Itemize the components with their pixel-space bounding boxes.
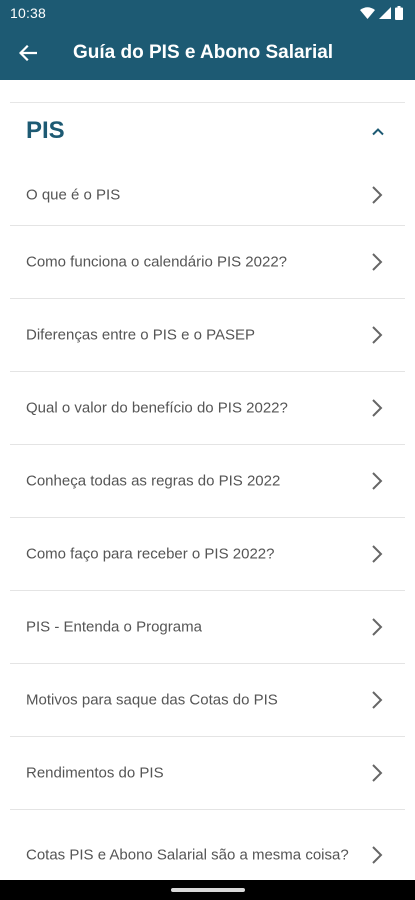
battery-icon bbox=[395, 6, 403, 20]
wifi-icon bbox=[360, 7, 375, 19]
section-title: PIS bbox=[26, 117, 65, 144]
chevron-right-icon bbox=[372, 764, 383, 782]
chevron-right-icon bbox=[372, 846, 383, 864]
cellular-signal-icon bbox=[379, 7, 391, 19]
chevron-right-icon bbox=[372, 691, 383, 709]
status-icons bbox=[360, 6, 403, 20]
chevron-right-icon bbox=[372, 326, 383, 344]
list-item[interactable]: Diferenças entre o PIS e o PASEP bbox=[10, 299, 405, 372]
list-item-label: Motivos para saque das Cotas do PIS bbox=[26, 691, 278, 709]
list-item[interactable]: Como faço para receber o PIS 2022? bbox=[10, 518, 405, 591]
chevron-right-icon bbox=[372, 399, 383, 417]
list-item[interactable]: Como funciona o calendário PIS 2022? bbox=[10, 226, 405, 299]
list-item-label: Rendimentos do PIS bbox=[26, 764, 164, 782]
home-indicator[interactable] bbox=[171, 888, 245, 892]
list-item-label: Como faço para receber o PIS 2022? bbox=[26, 545, 275, 563]
page-title: Guía do PIS e Abono Salarial bbox=[73, 42, 334, 63]
chevron-right-icon bbox=[372, 545, 383, 563]
back-button[interactable] bbox=[14, 39, 42, 67]
list-item-label: Como funciona o calendário PIS 2022? bbox=[26, 253, 288, 271]
list-item[interactable]: Rendimentos do PIS bbox=[10, 737, 405, 810]
topic-list: O que é o PIS Como funciona o calendário… bbox=[10, 164, 405, 881]
list-item[interactable]: Conheça todas as regras do PIS 2022 bbox=[10, 445, 405, 518]
chevron-right-icon bbox=[372, 472, 383, 490]
list-item-label: Qual o valor do benefício do PIS 2022? bbox=[26, 399, 288, 417]
list-item-label: Cotas PIS e Abono Salarial são a mesma c… bbox=[26, 846, 349, 864]
list-item[interactable]: PIS - Entenda o Programa bbox=[10, 591, 405, 664]
status-time: 10:38 bbox=[10, 5, 47, 21]
app-bar: Guía do PIS e Abono Salarial bbox=[0, 26, 415, 80]
list-item[interactable]: O que é o PIS bbox=[10, 164, 405, 226]
section-header-pis[interactable]: PIS bbox=[10, 103, 405, 164]
chevron-right-icon bbox=[372, 618, 383, 636]
list-item[interactable]: Motivos para saque das Cotas do PIS bbox=[10, 664, 405, 737]
list-item-label: O que é o PIS bbox=[26, 186, 121, 203]
arrow-left-icon bbox=[19, 45, 37, 61]
chevron-up-icon[interactable] bbox=[371, 125, 385, 139]
chevron-right-icon bbox=[372, 185, 383, 204]
list-item[interactable]: Cotas PIS e Abono Salarial são a mesma c… bbox=[10, 810, 405, 881]
list-item-label: Conheça todas as regras do PIS 2022 bbox=[26, 472, 281, 490]
chevron-right-icon bbox=[372, 253, 383, 271]
status-bar: 10:38 bbox=[0, 0, 415, 26]
system-navigation-bar bbox=[0, 880, 415, 900]
list-item-label: PIS - Entenda o Programa bbox=[26, 618, 202, 636]
list-item[interactable]: Qual o valor do benefício do PIS 2022? bbox=[10, 372, 405, 445]
content-area: PIS O que é o PIS Como funciona o calend… bbox=[10, 102, 405, 881]
list-item-label: Diferenças entre o PIS e o PASEP bbox=[26, 326, 256, 344]
